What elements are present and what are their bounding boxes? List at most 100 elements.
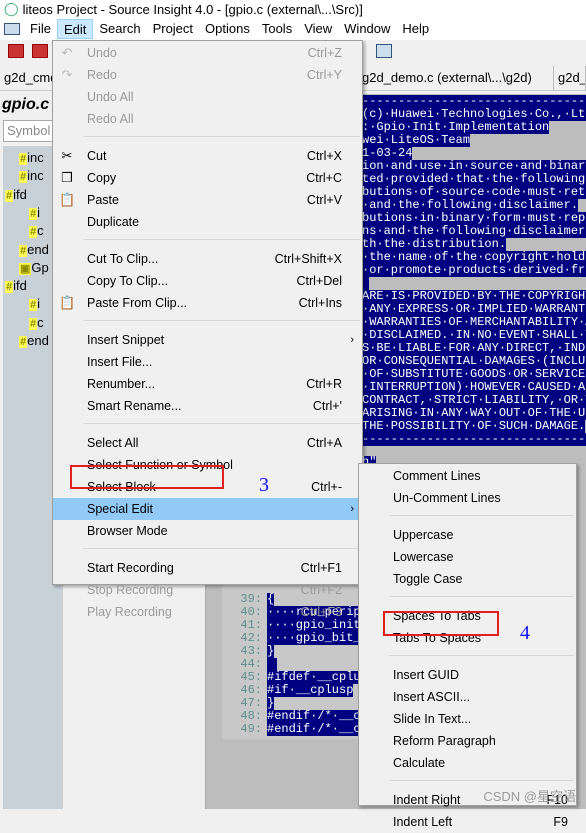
menu-item-shortcut: Ctrl+F3: [300, 605, 342, 619]
menu-window[interactable]: Window: [338, 19, 396, 39]
jump-back-icon[interactable]: [8, 44, 24, 58]
menu-item-shortcut: Ctrl+-: [311, 480, 342, 494]
menu-edit[interactable]: Edit: [56, 19, 94, 39]
menu-item-copy[interactable]: ❐ Copy Ctrl+C: [53, 167, 362, 189]
menu-item-label: Duplicate: [87, 215, 140, 229]
menu-search[interactable]: Search: [93, 19, 146, 39]
menu-item-calculate[interactable]: Calculate: [359, 752, 576, 774]
tree-item[interactable]: #c: [29, 223, 44, 239]
menu-item-undo-all[interactable]: Undo All: [53, 86, 362, 108]
clipboard-icon: 📋: [59, 192, 76, 207]
menu-item-label: Comment Lines: [393, 469, 481, 483]
menu-item-start-recording[interactable]: Start Recording Ctrl+F1: [53, 557, 362, 579]
system-menu-icon[interactable]: [4, 23, 20, 35]
menu-item-label: Smart Rename...: [87, 399, 182, 413]
menu-bar: File Edit Search Project Options Tools View Win…: [0, 18, 586, 40]
tree-item[interactable]: #inc: [19, 168, 44, 184]
tree-item[interactable]: #c: [29, 315, 44, 330]
hash-icon: #: [19, 171, 28, 184]
tree-item[interactable]: #inc: [19, 150, 44, 165]
menu-item-shortcut: Ctrl+Del: [296, 274, 343, 288]
menu-item-insert-snippet[interactable]: Insert Snippet ›: [53, 329, 362, 351]
menu-item-label: Slide In Text...: [393, 712, 472, 726]
hash-icon: #: [5, 189, 14, 202]
watermark: CSDN @星空语: [483, 789, 576, 804]
menu-item-indent-left[interactable]: Indent Left F9: [359, 811, 576, 833]
menu-item-browser-mode[interactable]: Browser Mode: [53, 520, 362, 542]
tab-g2d[interactable]: g2d_: [554, 66, 586, 91]
tree-item[interactable]: ▣Gp: [19, 260, 49, 275]
menu-item-play-recording[interactable]: Play Recording Ctrl+F3: [53, 601, 362, 623]
menu-item-label: Copy To Clip...: [87, 274, 169, 288]
menu-help[interactable]: Help: [396, 19, 435, 39]
menu-separator: [389, 655, 574, 656]
tree-item[interactable]: #ifd: [5, 187, 27, 202]
tree-item[interactable]: #end: [19, 333, 49, 348]
tree-item-label: Gp: [31, 259, 49, 275]
menu-item-label: Browser Mode: [87, 524, 168, 538]
menu-item-label: Calculate: [393, 756, 446, 770]
menu-item-select-all[interactable]: Select All Ctrl+A: [53, 432, 362, 454]
menu-item-redo[interactable]: ↷ Redo Ctrl+Y: [53, 64, 362, 86]
menu-item-duplicate[interactable]: Duplicate: [53, 211, 362, 233]
menu-tools[interactable]: Tools: [256, 19, 298, 39]
menu-file[interactable]: File: [24, 19, 57, 39]
menu-item-shortcut: Ctrl+Shift+X: [274, 252, 342, 266]
menu-item-paste-from-clip[interactable]: 📋 Paste From Clip... Ctrl+Ins: [53, 292, 362, 314]
jump-forward-icon[interactable]: [32, 44, 48, 58]
tree-item-label: c: [37, 314, 44, 330]
hash-icon: #: [29, 226, 38, 239]
tab-g2d-cmd[interactable]: g2d_cmd: [0, 66, 54, 91]
tree-item[interactable]: #end: [19, 242, 49, 257]
redo-icon: ↷: [61, 67, 73, 82]
menu-item-label: Undo All: [87, 90, 134, 104]
menu-item-insert-guid[interactable]: Insert GUID: [359, 664, 576, 686]
menu-item-slide-in-text[interactable]: Slide In Text...: [359, 708, 576, 730]
menu-separator: [389, 515, 574, 516]
menu-item-cut[interactable]: ✂ Cut Ctrl+X: [53, 145, 362, 167]
menu-item-redo-all[interactable]: Redo All: [53, 108, 362, 130]
tab-g2d-demo[interactable]: g2d_demo.c (external\...\g2d): [358, 66, 554, 91]
menu-item-label: Redo: [87, 68, 117, 82]
menu-item-insert-file[interactable]: Insert File...: [53, 351, 362, 373]
menu-options[interactable]: Options: [199, 19, 256, 39]
menu-item-paste[interactable]: 📋 Paste Ctrl+V: [53, 189, 362, 211]
menu-item-toggle-case[interactable]: Toggle Case: [359, 568, 576, 590]
menu-item-comment-lines[interactable]: Comment Lines: [359, 465, 576, 487]
menu-item-label: Special Edit: [87, 502, 154, 516]
menu-item-special-edit[interactable]: Special Edit ›: [53, 498, 362, 520]
tree-item-label: end: [27, 333, 49, 348]
code-line: -----------------------------------: [362, 433, 586, 446]
browse-web-icon[interactable]: [376, 44, 392, 58]
menu-item-label: Cut To Clip...: [87, 252, 159, 266]
menu-item-reform-paragraph[interactable]: Reform Paragraph: [359, 730, 576, 752]
menu-item-label: Play Recording: [87, 605, 172, 619]
menu-item-shortcut: Ctrl+A: [306, 436, 342, 450]
menu-item-copy-to-clip[interactable]: Copy To Clip... Ctrl+Del: [53, 270, 362, 292]
window-title: liteos Project - Source Insight 4.0 - [g…: [22, 1, 363, 17]
tree-item[interactable]: #ifd: [5, 278, 27, 294]
menu-item-label: Cut: [87, 149, 107, 163]
menu-item-renumber[interactable]: Renumber... Ctrl+R: [53, 373, 362, 395]
hash-icon: #: [29, 299, 38, 312]
menu-view[interactable]: View: [298, 19, 338, 39]
tree-item-label: i: [37, 296, 41, 312]
tree-item[interactable]: #i: [29, 296, 41, 312]
menu-item-uppercase[interactable]: Uppercase: [359, 524, 576, 546]
menu-item-undo[interactable]: ↶ Undo Ctrl+Z: [53, 42, 362, 64]
menu-item-shortcut: Ctrl+Y: [306, 68, 342, 82]
tree-item[interactable]: #i: [29, 205, 40, 220]
tree-item-label: ifd: [13, 186, 27, 202]
menu-item-stop-recording[interactable]: Stop Recording Ctrl+F2: [53, 579, 362, 601]
menu-item-shortcut: Ctrl+X: [306, 149, 342, 163]
menu-item-lowercase[interactable]: Lowercase: [359, 546, 576, 568]
menu-separator: [83, 136, 360, 137]
code-line: }: [267, 645, 275, 658]
menu-item-cut-to-clip[interactable]: Cut To Clip... Ctrl+Shift+X: [53, 248, 362, 270]
menu-item-smart-rename[interactable]: Smart Rename... Ctrl+': [53, 395, 362, 417]
menu-project[interactable]: Project: [147, 19, 199, 39]
menu-item-insert-ascii[interactable]: Insert ASCII...: [359, 686, 576, 708]
menu-item-un-comment-lines[interactable]: Un-Comment Lines: [359, 487, 576, 509]
menu-item-shortcut: F9: [553, 815, 568, 829]
menu-item-label: Insert File...: [87, 355, 153, 369]
